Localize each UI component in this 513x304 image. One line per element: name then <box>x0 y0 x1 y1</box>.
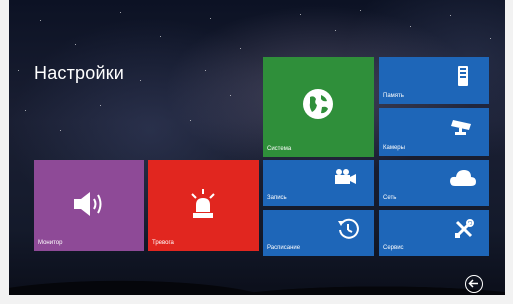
tile-cameras-label: Камеры <box>383 145 405 151</box>
alarm-siren-icon <box>191 189 215 218</box>
tile-monitor[interactable]: Монитор <box>34 160 144 251</box>
tile-cameras[interactable]: Камеры <box>379 108 489 156</box>
clock-icon <box>338 218 359 239</box>
screen-bezel-bottom <box>0 295 513 304</box>
tile-network-label: Сеть <box>383 195 397 201</box>
tile-record[interactable]: Запись <box>263 160 374 206</box>
tile-record-label: Запись <box>267 195 287 201</box>
tile-schedule-label: Расписание <box>267 245 301 251</box>
home-screen: Настройки Монитор Тревога Система Память… <box>0 0 513 304</box>
back-button[interactable] <box>465 275 483 293</box>
tile-schedule[interactable]: Расписание <box>263 210 374 256</box>
page-title: Настройки <box>34 63 125 83</box>
tile-system[interactable]: Система <box>263 57 374 157</box>
back-arrow-icon <box>468 279 478 288</box>
tile-memory[interactable]: Память <box>379 57 489 104</box>
screen-bezel-right <box>505 0 513 304</box>
tile-network[interactable]: Сеть <box>379 160 489 206</box>
tile-service[interactable]: Сервис <box>379 210 489 256</box>
tile-alarm[interactable]: Тревога <box>148 160 259 251</box>
cloud-icon <box>450 170 476 186</box>
tile-memory-label: Память <box>383 93 404 99</box>
tools-icon <box>455 219 474 238</box>
video-camera-icon <box>335 169 356 184</box>
memory-card-icon <box>458 66 468 86</box>
tile-system-label: Система <box>267 146 292 152</box>
tile-monitor-label: Монитор <box>38 240 63 246</box>
tile-service-label: Сервис <box>383 245 404 251</box>
tile-alarm-label: Тревога <box>152 240 174 246</box>
speaker-icon <box>74 192 102 216</box>
screen-bezel-left <box>0 0 9 304</box>
globe-icon <box>303 89 333 119</box>
cctv-camera-icon <box>451 120 471 135</box>
